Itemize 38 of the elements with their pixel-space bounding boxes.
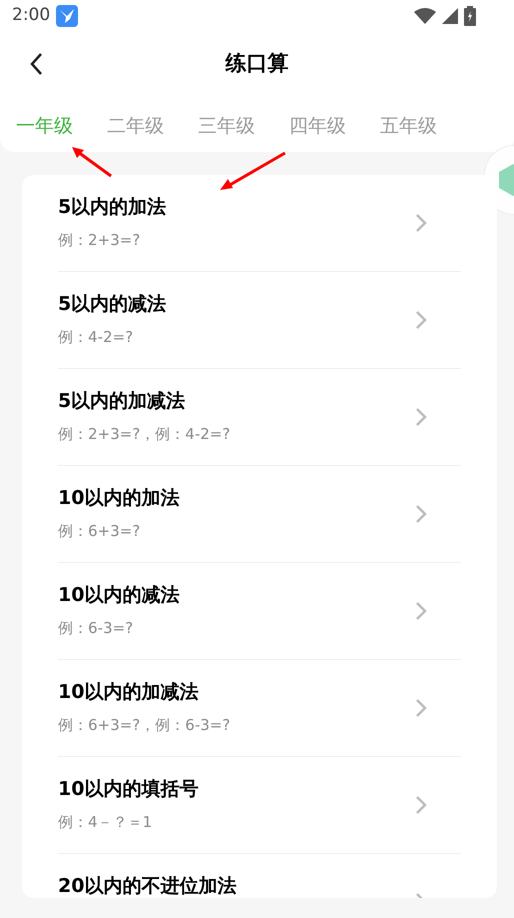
exercise-row[interactable]: 5以内的加减法 例：2+3=?，例：4-2=?: [58, 369, 461, 466]
exercise-title: 10以内的加减法: [58, 680, 198, 705]
exercise-title: 10以内的加法: [58, 486, 180, 511]
exercise-row[interactable]: 5以内的减法 例：4-2=?: [58, 272, 461, 369]
example-text: 例：2+3=?: [58, 230, 140, 250]
exercise-title: 10以内的减法: [58, 583, 180, 608]
chevron-right-icon: [415, 310, 427, 330]
page-title: 练口算: [226, 50, 288, 78]
exercise-row[interactable]: 10以内的减法 例：6-3=?: [58, 563, 461, 660]
annotation-arrow: [218, 150, 288, 192]
exercise-title: 10以内的填括号: [58, 777, 198, 802]
chevron-right-icon: [415, 213, 427, 233]
exercise-title: 20以内的不进位加法: [58, 874, 236, 898]
example-text: 例：2+3=?，例：4-2=?: [58, 424, 230, 444]
exercise-title: 5以内的加减法: [58, 389, 186, 414]
status-time: 2:00: [12, 4, 50, 28]
wifi-icon: [414, 8, 436, 24]
app-notification-icon: [56, 5, 78, 27]
chevron-right-icon: [415, 504, 427, 524]
exercise-row[interactable]: 10以内的填括号 例：4－？＝1: [58, 757, 461, 854]
chevron-right-icon: [415, 601, 427, 621]
exercise-row[interactable]: 10以内的加法 例：6+3=?: [58, 466, 461, 563]
signal-icon: [442, 8, 458, 24]
example-text: 例：4-2=?: [58, 327, 134, 347]
example-text: 例：6-3=?: [58, 618, 134, 638]
chevron-right-icon: [415, 407, 427, 427]
example-text: 例：6+3=?: [58, 521, 140, 541]
chevron-right-icon: [415, 698, 427, 718]
battery-icon: [464, 6, 476, 26]
exercise-row[interactable]: 10以内的加减法 例：6+3=?，例：6-3=?: [58, 660, 461, 757]
example-text: 例：4－？＝1: [58, 812, 152, 832]
example-text: 例：6+3=?，例：6-3=?: [58, 715, 230, 735]
exercise-title: 5以内的加法: [58, 195, 166, 220]
exercise-row[interactable]: 5以内的加法 例：2+3=?: [58, 175, 461, 272]
chevron-right-icon: [415, 795, 427, 815]
exercise-title: 5以内的减法: [58, 292, 166, 317]
exercise-row[interactable]: 20以内的不进位加法: [58, 854, 461, 898]
hexagon-icon: [499, 163, 514, 197]
